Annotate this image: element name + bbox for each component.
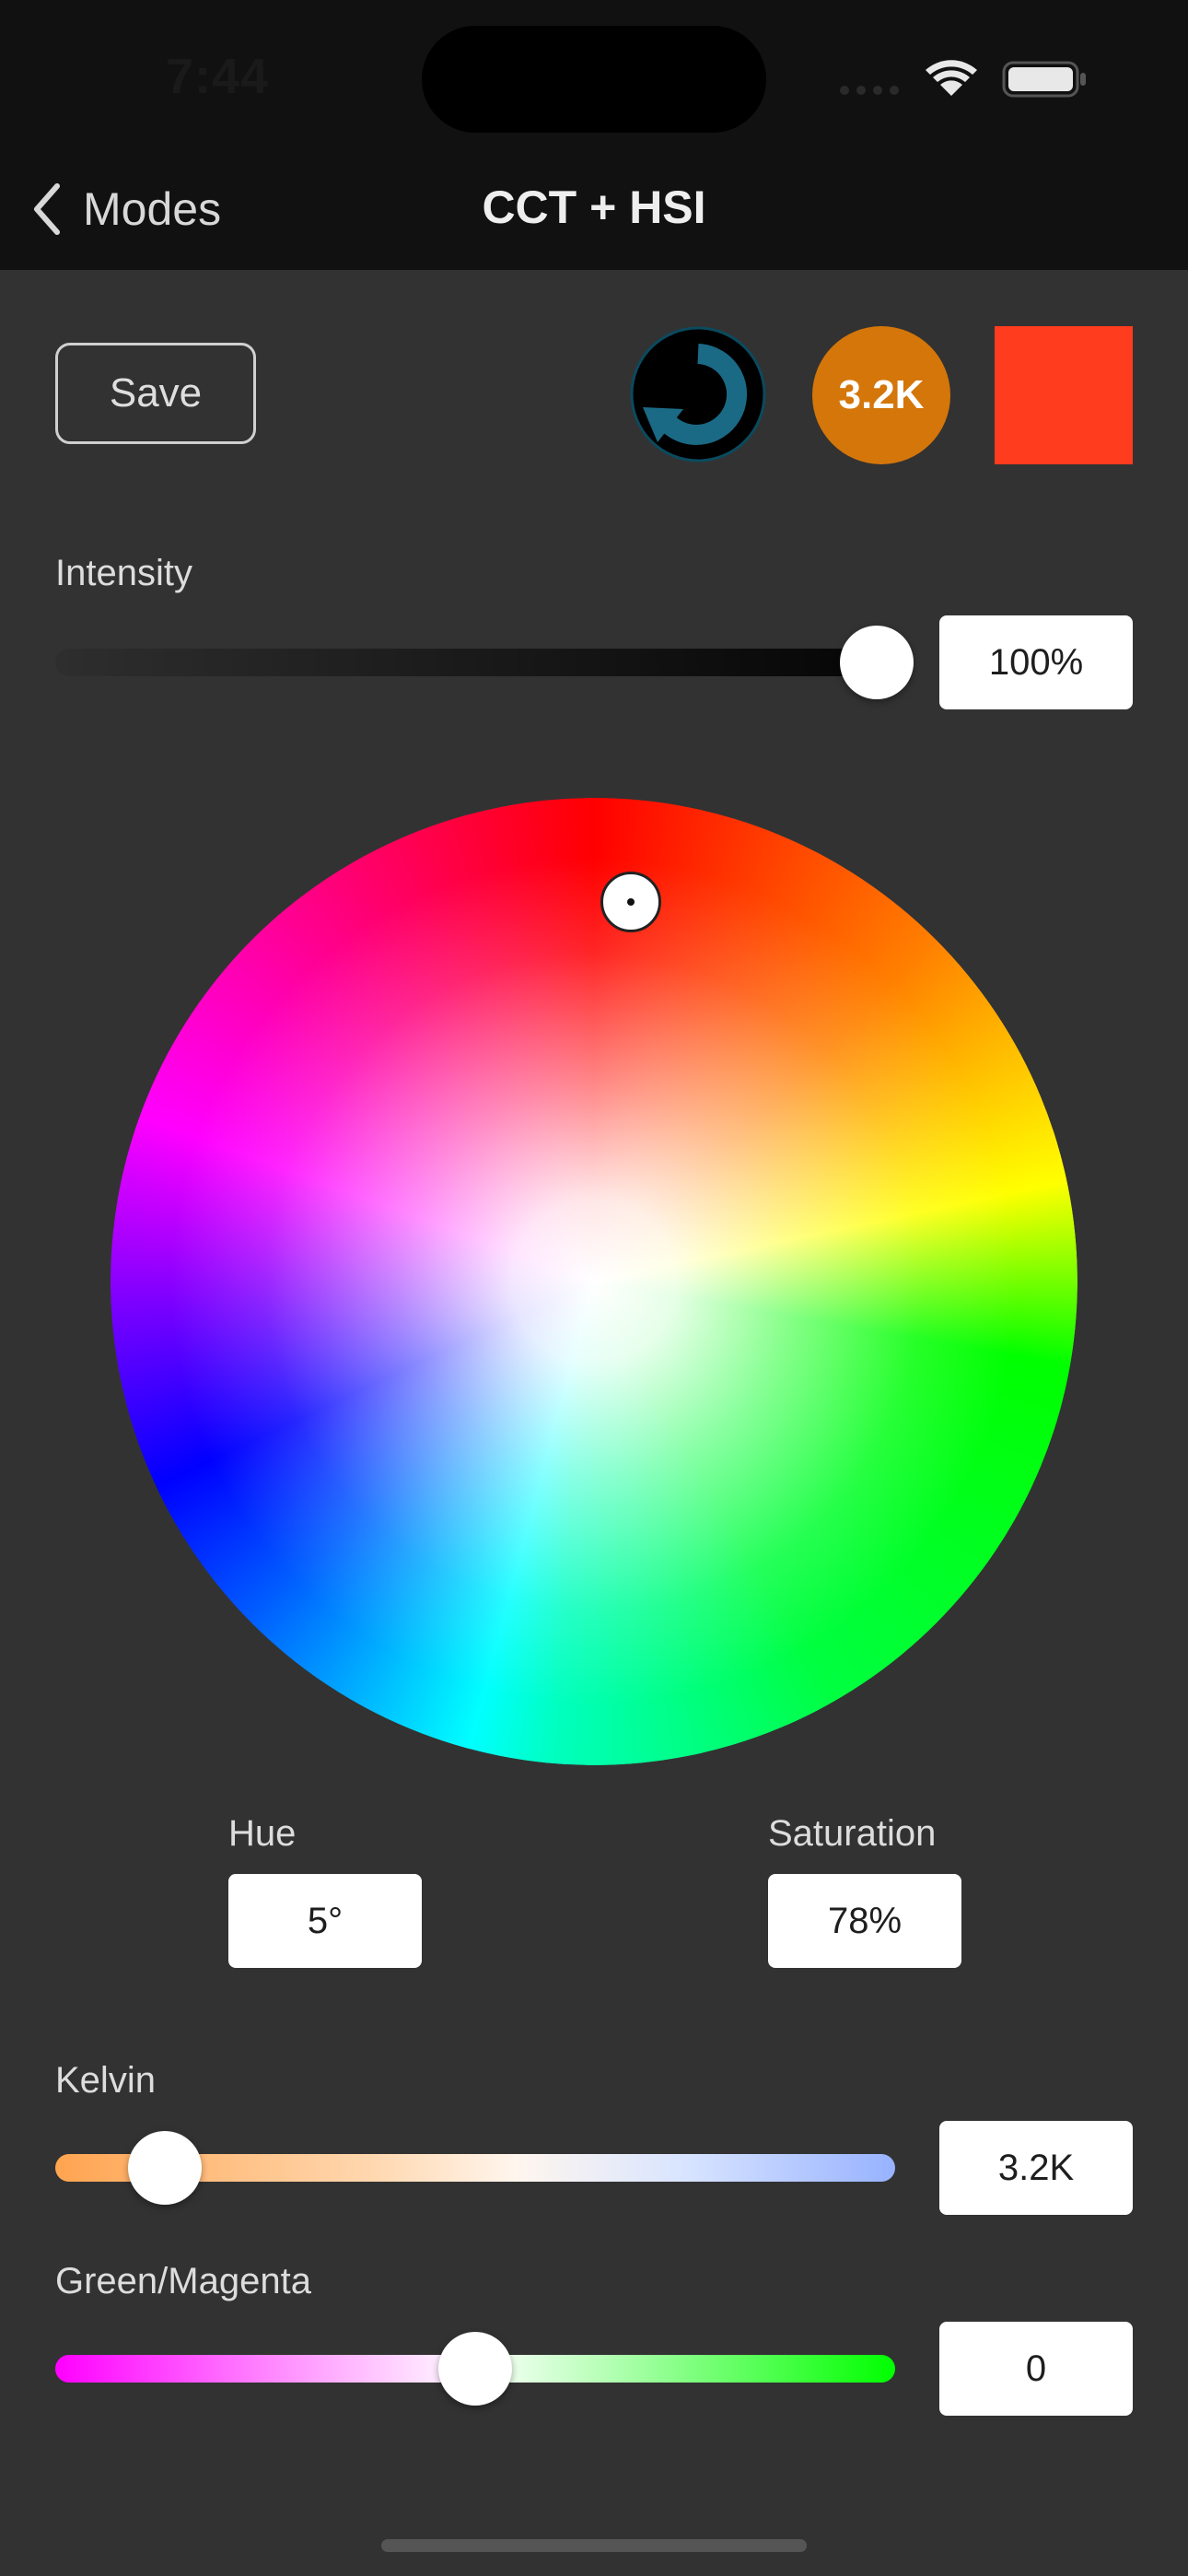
intensity-slider[interactable] bbox=[55, 649, 895, 676]
cct-badge-button[interactable]: 3.2K bbox=[812, 326, 950, 464]
kelvin-value-field[interactable]: 3.2K bbox=[939, 2121, 1133, 2215]
dynamic-island bbox=[422, 26, 766, 133]
intensity-slider-knob[interactable] bbox=[840, 626, 914, 699]
status-time: 7:44 bbox=[166, 49, 270, 104]
kelvin-slider-knob[interactable] bbox=[127, 2131, 202, 2205]
kelvin-label: Kelvin bbox=[55, 2060, 156, 2101]
saturation-value-field[interactable]: 78% bbox=[768, 1874, 961, 1968]
color-wheel-handle[interactable] bbox=[600, 872, 661, 932]
wifi-icon bbox=[926, 60, 977, 96]
intensity-label: Intensity bbox=[55, 553, 192, 593]
signal-icon bbox=[840, 86, 899, 95]
reset-button[interactable] bbox=[630, 326, 766, 463]
color-wheel-saturation-overlay bbox=[111, 798, 1077, 1765]
page-title: CCT + HSI bbox=[482, 181, 706, 233]
home-indicator bbox=[381, 2539, 807, 2552]
save-button[interactable]: Save bbox=[55, 343, 256, 444]
green-magenta-value-field[interactable]: 0 bbox=[939, 2322, 1133, 2416]
status-icons bbox=[840, 60, 1086, 98]
green-magenta-label: Green/Magenta bbox=[55, 2261, 311, 2301]
navigation-bar: 7:44 Modes CCT + HSI bbox=[0, 0, 1188, 270]
hue-label: Hue bbox=[228, 1813, 297, 1854]
hue-value-field[interactable]: 5° bbox=[228, 1874, 422, 1968]
saturation-label: Saturation bbox=[768, 1813, 937, 1854]
color-swatch bbox=[995, 326, 1133, 464]
green-magenta-slider-knob[interactable] bbox=[438, 2332, 512, 2406]
intensity-value-field[interactable]: 100% bbox=[939, 615, 1133, 709]
battery-icon bbox=[1002, 61, 1086, 98]
color-wheel[interactable] bbox=[111, 798, 1077, 1765]
